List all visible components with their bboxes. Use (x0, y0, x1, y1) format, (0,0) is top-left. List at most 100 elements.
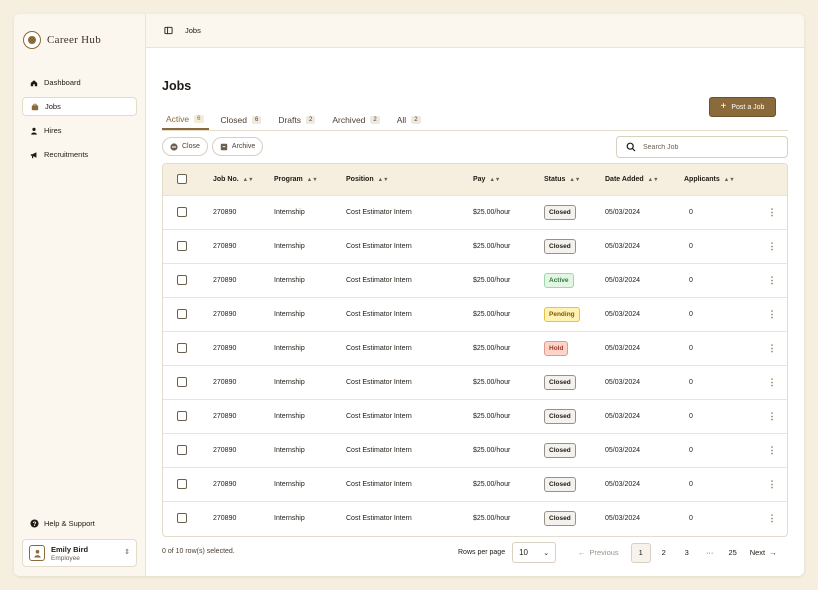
row-checkbox[interactable] (177, 241, 187, 251)
more-options-icon[interactable]: ⋮ (757, 501, 787, 535)
jobs-table: Job No. ▲▼ Program ▲▼ Position ▲▼ Pay ▲▼ Sta… (162, 163, 788, 537)
column-header-job-no[interactable]: Job No. ▲▼ (213, 164, 274, 195)
archive-button[interactable]: Archive (211, 137, 264, 156)
chevron-updown-icon: ⇕ (124, 549, 130, 556)
next-label: Next (749, 548, 766, 557)
cell-pay: $25.00/hour (473, 276, 511, 284)
cell-date-added: 05/03/2024 (605, 208, 641, 216)
cell-position: Cost Estimator Intern (346, 412, 412, 420)
row-checkbox[interactable] (177, 479, 187, 489)
row-checkbox[interactable] (177, 411, 187, 421)
cell-program: Internship (274, 514, 305, 522)
select-all-checkbox[interactable] (177, 174, 187, 185)
table-row[interactable]: 270890 Internship Cost Estimator Intern … (163, 331, 787, 365)
tab-drafts[interactable]: Drafts 2 (274, 110, 320, 130)
tab-active[interactable]: Active 6 (162, 110, 209, 130)
row-checkbox[interactable] (177, 343, 187, 353)
more-options-icon[interactable]: ⋮ (757, 467, 787, 501)
minus-circle-icon (170, 142, 178, 151)
sidebar-item-jobs[interactable]: Jobs (22, 97, 137, 116)
table-row[interactable]: 270890 Internship Cost Estimator Intern … (163, 263, 787, 297)
cell-job-no: 270890 (213, 378, 237, 386)
tab-count: 2 (305, 116, 316, 124)
row-checkbox[interactable] (177, 309, 187, 319)
more-options-icon[interactable]: ⋮ (757, 365, 787, 399)
table-row[interactable]: 270890 Internship Cost Estimator Intern … (163, 399, 787, 433)
table-row[interactable]: 270890 Internship Cost Estimator Intern … (163, 501, 787, 535)
cell-date-added: 05/03/2024 (605, 412, 641, 420)
cell-position: Cost Estimator Intern (346, 480, 412, 488)
row-checkbox[interactable] (177, 275, 187, 285)
sort-icon: ▲▼ (242, 176, 254, 183)
table-row[interactable]: 270890 Internship Cost Estimator Intern … (163, 297, 787, 331)
cell-job-no: 270890 (213, 242, 237, 250)
status-badge: Closed (544, 408, 576, 424)
previous-page-button[interactable]: ← Previous (576, 543, 619, 563)
more-options-icon[interactable]: ⋮ (757, 399, 787, 433)
page-button-25[interactable]: 25 (723, 543, 743, 563)
more-options-icon[interactable]: ⋮ (757, 229, 787, 263)
next-page-button[interactable]: Next → (750, 543, 777, 563)
more-options-icon[interactable]: ⋮ (757, 433, 787, 467)
search-input[interactable] (643, 143, 783, 151)
page-button-2[interactable]: 2 (654, 543, 674, 563)
cell-date-added: 05/03/2024 (605, 310, 641, 318)
page-button-3[interactable]: 3 (677, 543, 697, 563)
cell-job-no: 270890 (213, 412, 237, 420)
table-row[interactable]: 270890 Internship Cost Estimator Intern … (163, 433, 787, 467)
cell-job-no: 270890 (213, 446, 237, 454)
sort-icon: ▲▼ (569, 176, 581, 183)
sidebar-item-dashboard[interactable]: Dashboard (22, 73, 137, 92)
row-checkbox[interactable] (177, 207, 187, 217)
sidebar-item-recruitments[interactable]: Recruitments (22, 145, 137, 164)
chevron-down-icon: ⌄ (543, 549, 550, 557)
sidebar-item-label: Jobs (45, 102, 61, 111)
cell-job-no: 270890 (213, 208, 237, 216)
page-button-1[interactable]: 1 (630, 542, 651, 563)
sidebar-toggle-icon[interactable] (164, 26, 173, 35)
logo: Career Hub (23, 31, 101, 49)
more-options-icon[interactable]: ⋮ (757, 263, 787, 297)
table-row[interactable]: 270890 Internship Cost Estimator Intern … (163, 365, 787, 399)
cell-applicants: 0 (689, 276, 693, 284)
sort-icon: ▲▼ (377, 176, 389, 183)
more-options-icon[interactable]: ⋮ (757, 331, 787, 365)
row-checkbox[interactable] (177, 377, 187, 387)
column-header-pay[interactable]: Pay ▲▼ (473, 164, 544, 195)
close-button[interactable]: Close (162, 137, 208, 156)
column-header-position[interactable]: Position ▲▼ (346, 164, 473, 195)
table-row[interactable]: 270890 Internship Cost Estimator Intern … (163, 467, 787, 501)
row-checkbox[interactable] (177, 445, 187, 455)
status-badge: Closed (544, 238, 576, 254)
user-menu[interactable]: Emily Bird Employee ⇕ (22, 539, 137, 567)
cell-applicants: 0 (689, 310, 693, 318)
breadcrumb[interactable]: Jobs (185, 26, 201, 35)
cell-program: Internship (274, 378, 305, 386)
sidebar-item-label: Dashboard (44, 78, 81, 87)
more-options-icon[interactable]: ⋮ (757, 195, 787, 229)
cell-applicants: 0 (689, 446, 693, 454)
previous-label: Previous (589, 548, 619, 557)
column-header-program[interactable]: Program ▲▼ (274, 164, 346, 195)
tab-label: Active (166, 114, 190, 124)
cell-program: Internship (274, 344, 305, 352)
table-row[interactable]: 270890 Internship Cost Estimator Intern … (163, 229, 787, 263)
cell-pay: $25.00/hour (473, 242, 511, 250)
row-checkbox[interactable] (177, 513, 187, 524)
tab-all[interactable]: All 2 (393, 110, 426, 130)
rows-per-page-select[interactable]: 10 ⌄ (512, 542, 557, 563)
tabs: Active 6 Closed 6 Drafts 2 Archived 2 Al… (162, 110, 788, 131)
sidebar-item-hires[interactable]: Hires (22, 121, 137, 140)
column-header-applicants[interactable]: Applicants ▲▼ (684, 164, 757, 195)
tab-closed[interactable]: Closed 6 (217, 110, 267, 130)
cell-pay: $25.00/hour (473, 378, 511, 386)
cell-pay: $25.00/hour (473, 412, 511, 420)
column-header-date-added[interactable]: Date Added ▲▼ (605, 164, 684, 195)
status-badge: Active (544, 272, 574, 288)
more-options-icon[interactable]: ⋮ (757, 297, 787, 331)
table-row[interactable]: 270890 Internship Cost Estimator Intern … (163, 195, 787, 229)
tab-archived[interactable]: Archived 2 (328, 110, 384, 130)
avatar (29, 545, 45, 561)
help-support-link[interactable]: ? Help & Support (30, 519, 95, 528)
column-header-status[interactable]: Status ▲▼ (544, 164, 605, 195)
